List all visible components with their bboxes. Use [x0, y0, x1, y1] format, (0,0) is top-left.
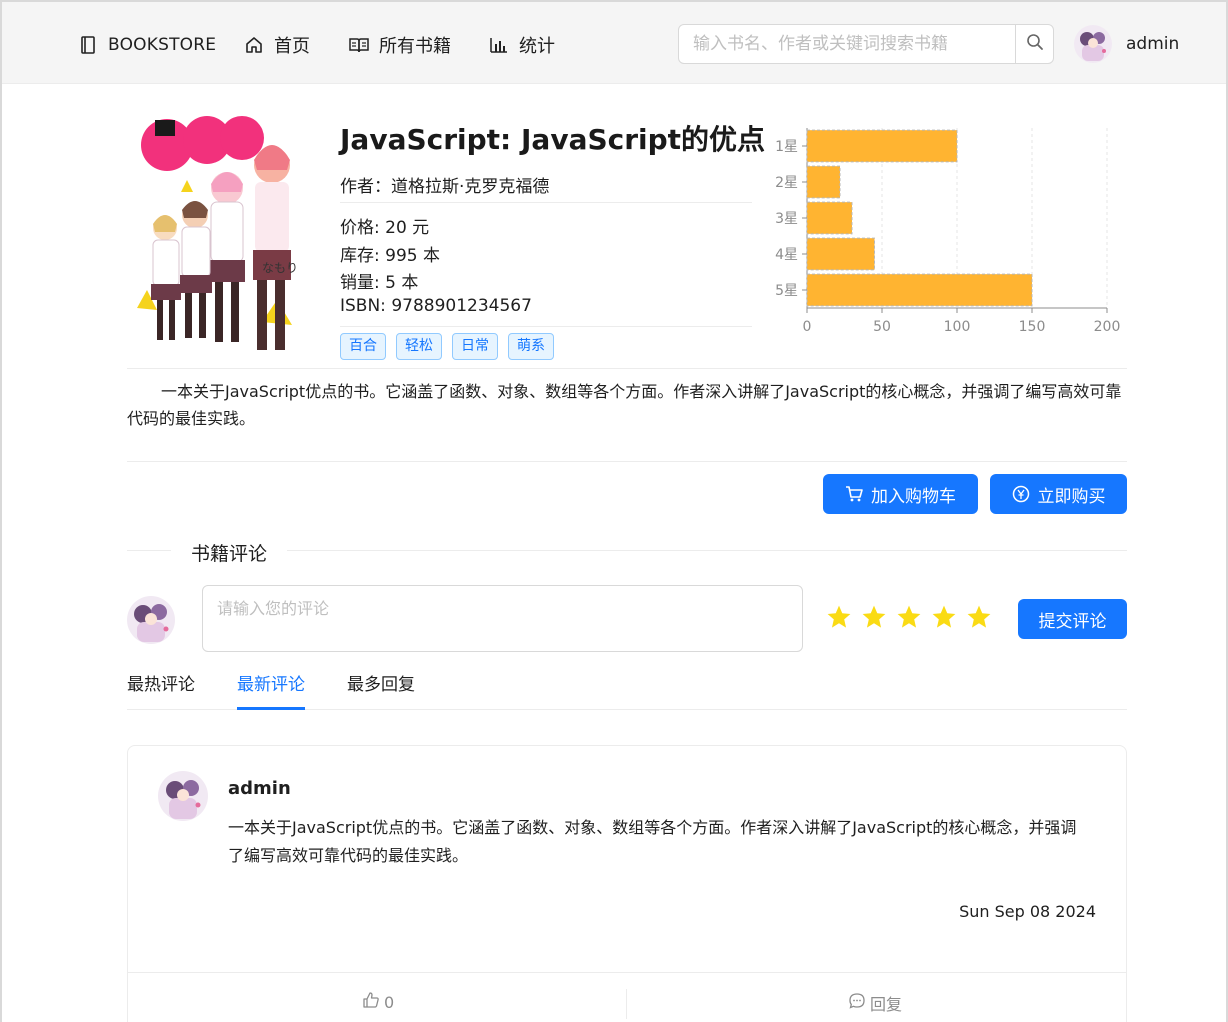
nav-stats-label: 统计 [519, 36, 555, 57]
search-icon [1026, 33, 1044, 55]
section-divider [127, 368, 1127, 369]
tag[interactable]: 日常 [452, 333, 498, 360]
comment-card: admin 一本关于JavaScript优点的书。它涵盖了函数、对象、数组等各个… [127, 745, 1127, 1022]
chart-bar [806, 273, 1033, 307]
chart-x-tick-label: 100 [944, 319, 971, 335]
info-divider [340, 326, 752, 327]
rating-stars[interactable] [826, 604, 992, 630]
chart-x-tick-label: 150 [1019, 319, 1046, 335]
svg-text:なもり: なもり [262, 261, 298, 275]
comment-text: 一本关于JavaScript优点的书。它涵盖了函数、对象、数组等各个方面。作者深… [228, 818, 1077, 865]
star-icon[interactable] [931, 604, 957, 630]
search-button[interactable] [1015, 25, 1053, 63]
star-icon[interactable] [966, 604, 992, 630]
nav-brand[interactable]: BOOKSTORE [78, 32, 216, 58]
book-isbn: ISBN: 9788901234567 [340, 296, 532, 316]
submit-comment-button[interactable]: 提交评论 [1018, 599, 1127, 639]
book-sales: 销量: 5 本 [340, 273, 419, 293]
tag[interactable]: 轻松 [396, 333, 442, 360]
chart-bar [806, 129, 958, 163]
add-to-cart-button[interactable]: 加入购物车 [823, 474, 978, 514]
comment-input[interactable] [202, 585, 803, 652]
star-icon[interactable] [896, 604, 922, 630]
chat-bubble-icon [848, 992, 866, 1014]
section-divider [127, 461, 1127, 462]
tab-newest[interactable]: 最新评论 [237, 670, 305, 710]
like-button[interactable]: 0 [362, 991, 394, 1013]
buy-now-button[interactable]: 立即购买 [990, 474, 1127, 514]
nav-brand-label: BOOKSTORE [108, 35, 217, 55]
tag[interactable]: 百合 [340, 333, 386, 360]
comments-section-title: 书籍评论 [171, 539, 288, 566]
chart-y-tick-label: 3星 [775, 211, 798, 227]
reply-button[interactable]: 回复 [848, 991, 902, 1015]
chart-bar [806, 165, 841, 199]
tag[interactable]: 萌系 [508, 333, 554, 360]
home-icon [244, 35, 264, 55]
rating-distribution-chart: 0 50 100 150 200 1星 2星 3星 4星 5星 [775, 128, 1121, 335]
book-cover-image: なもり [127, 110, 313, 362]
tab-most-replies[interactable]: 最多回复 [347, 670, 415, 710]
bar-chart-icon [489, 35, 509, 55]
nav-home-label: 首页 [274, 36, 310, 57]
add-to-cart-label: 加入购物车 [871, 486, 956, 507]
open-book-icon [349, 35, 369, 55]
chart-bar [806, 201, 853, 235]
tab-hottest[interactable]: 最热评论 [127, 670, 195, 710]
comment-date: Sun Sep 08 2024 [959, 902, 1096, 921]
book-author: 作者：道格拉斯·克罗克福德 [340, 177, 550, 197]
comment-author-name[interactable]: admin [228, 778, 291, 799]
book-description: 一本关于JavaScript优点的书。它涵盖了函数、对象、数组等各个方面。作者深… [127, 382, 1122, 428]
search-input[interactable] [679, 25, 1015, 63]
nav-item-all-books[interactable]: 所有书籍 [349, 32, 451, 58]
star-icon[interactable] [826, 604, 852, 630]
comment-sort-tabs: 最热评论 最新评论 最多回复 [127, 668, 1127, 710]
yen-circle-icon [1012, 485, 1030, 503]
chart-x-tick-label: 200 [1094, 319, 1121, 335]
comment-author-avatar[interactable] [158, 771, 208, 821]
cart-icon [845, 486, 863, 502]
user-avatar[interactable] [1074, 25, 1112, 63]
book-price: 价格: 20 元 [340, 218, 430, 238]
star-icon[interactable] [861, 604, 887, 630]
nav-item-home[interactable]: 首页 [244, 32, 310, 58]
book-title: JavaScript: JavaScript的优点 [340, 123, 766, 156]
page: BOOKSTORE 首页 所有书籍 统计 输入书名、作者或关键词搜索书籍 adm… [0, 0, 1228, 1022]
comment-actions: 0 回复 [128, 972, 1126, 1022]
thumbs-up-icon [362, 991, 380, 1013]
top-nav-bar: BOOKSTORE 首页 所有书籍 统计 输入书名、作者或关键词搜索书籍 adm… [2, 0, 1226, 84]
book-stock: 库存: 995 本 [340, 246, 440, 266]
header-username[interactable]: admin [1126, 34, 1179, 54]
book-icon [78, 35, 98, 55]
book-tags: 百合 轻松 日常 萌系 [340, 333, 554, 360]
actions-divider [626, 989, 627, 1019]
chart-x-tick-label: 50 [873, 319, 891, 335]
chart-y-tick-label: 4星 [775, 247, 798, 263]
chart-y-tick-label: 5星 [775, 283, 798, 299]
chart-y-tick-label: 1星 [775, 139, 798, 155]
chart-bar [806, 237, 875, 271]
like-count: 0 [384, 992, 395, 1012]
buy-now-label: 立即购买 [1037, 486, 1106, 507]
chart-x-tick-label: 0 [803, 319, 812, 335]
chart-y-tick-label: 2星 [775, 175, 798, 191]
search-box [678, 24, 1054, 64]
commenter-avatar [127, 596, 175, 644]
nav-item-stats[interactable]: 统计 [489, 32, 555, 58]
nav-all-books-label: 所有书籍 [379, 36, 451, 57]
reply-label: 回复 [870, 995, 903, 1014]
info-divider [340, 202, 752, 203]
